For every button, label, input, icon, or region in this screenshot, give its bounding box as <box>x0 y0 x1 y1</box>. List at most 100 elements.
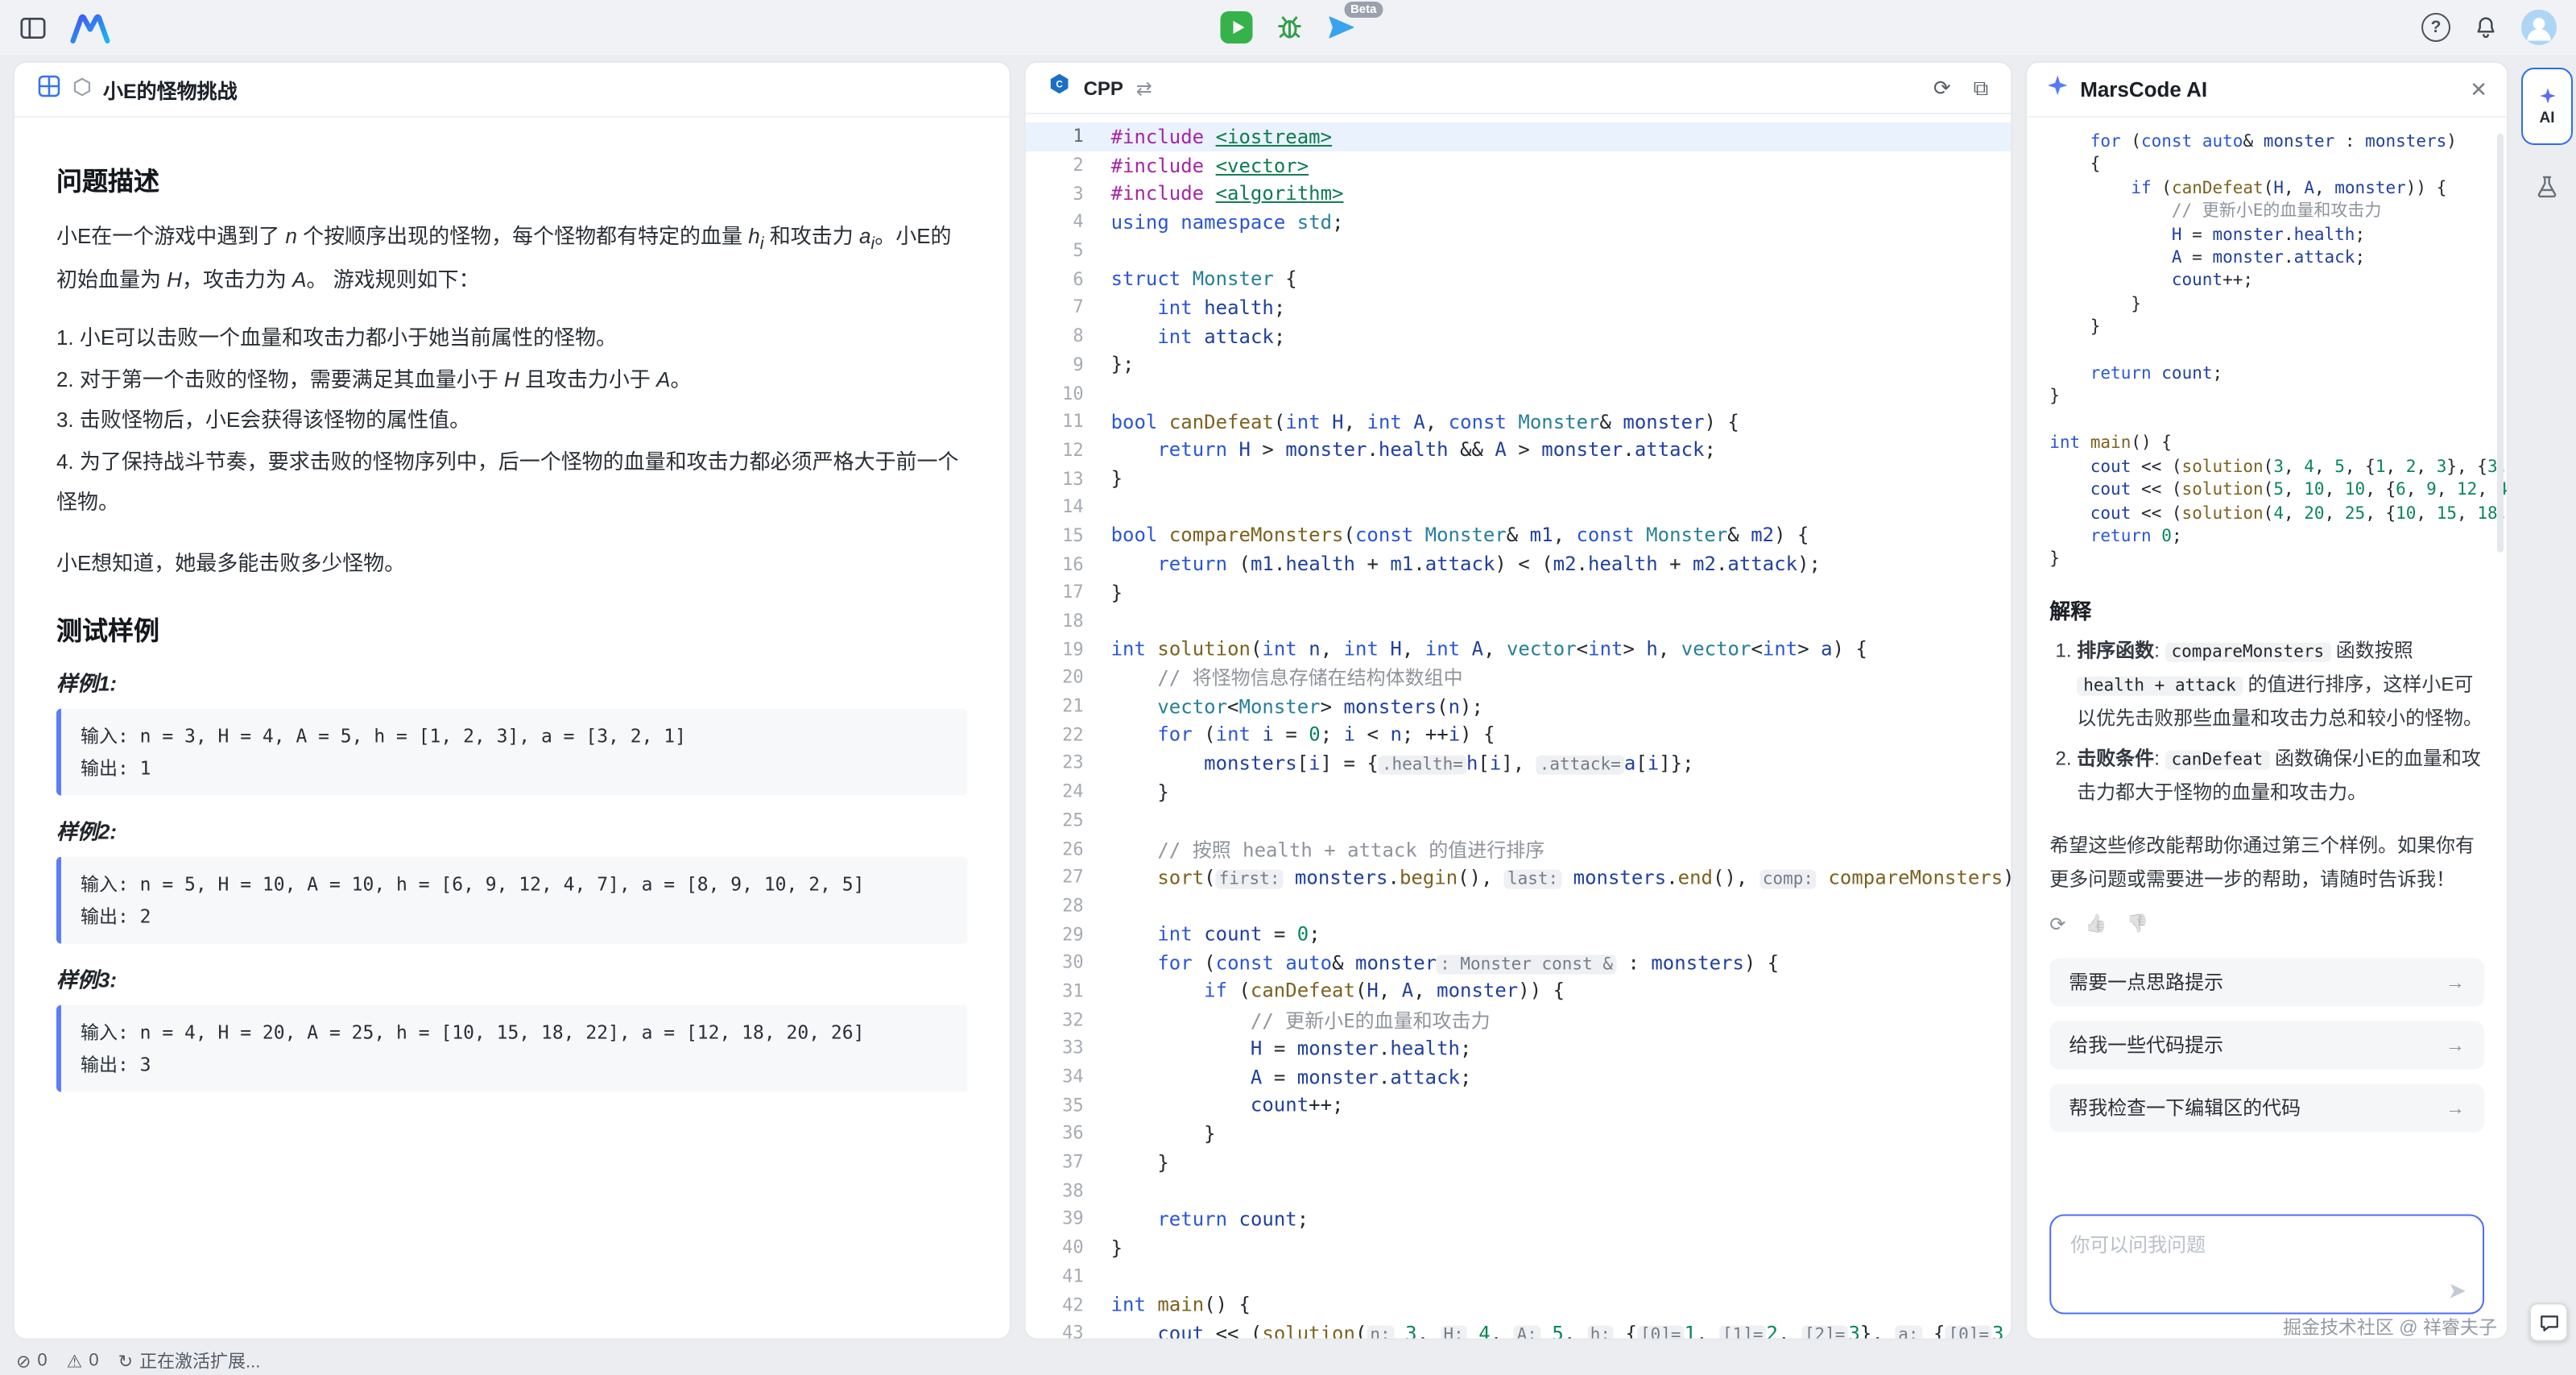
ai-scrollbar[interactable] <box>2497 134 2504 553</box>
code-line[interactable]: 11bool canDefeat(int H, int A, const Mon… <box>1026 408 2012 436</box>
line-number: 41 <box>1026 1265 1111 1286</box>
code-line[interactable]: 41 <box>1026 1262 2012 1290</box>
code-line[interactable]: 31 if (canDefeat(H, A, monster)) { <box>1026 977 2012 1005</box>
problem-panel-header: 小E的怪物挑战 <box>14 63 1010 118</box>
reset-code-icon[interactable]: ⟳ <box>1933 75 1951 101</box>
sidebar-toggle-icon[interactable] <box>19 15 47 39</box>
code-line[interactable]: 16 return (m1.health + m1.attack) < (m2.… <box>1026 549 2012 578</box>
line-number: 1 <box>1026 126 1111 147</box>
code-line: for (const auto& monster : monsters) <box>2049 130 2484 154</box>
difficulty-badge-icon <box>72 75 92 104</box>
marscode-logo[interactable] <box>69 12 111 43</box>
rule-2: 2. 对于第一个击败的怪物，需要满足其血量小于 H 且攻击力小于 A。 <box>56 358 968 400</box>
compare-code-icon[interactable]: ⧉ <box>1974 75 1989 101</box>
code-line[interactable]: 12 return H > monster.health && A > mons… <box>1026 436 2012 464</box>
errors-indicator[interactable]: ⊘ 0 <box>16 1350 48 1371</box>
suggestion-check-code[interactable]: 帮我检查一下编辑区的代码 → <box>2049 1083 2484 1132</box>
line-number: 5 <box>1026 240 1111 261</box>
code-line[interactable]: 8 int attack; <box>1026 322 2012 350</box>
code-line[interactable]: 32 // 更新小E的血量和攻击力 <box>1026 1005 2012 1033</box>
line-number: 4 <box>1026 212 1111 233</box>
code-line: } <box>2049 386 2484 409</box>
code-line[interactable]: 5 <box>1026 236 2012 264</box>
submit-button[interactable]: Beta <box>1326 13 1355 42</box>
code-line[interactable]: 27 sort(first: monsters.begin(), last: m… <box>1026 863 2012 891</box>
send-icon[interactable]: ➤ <box>2448 1278 2466 1305</box>
play-icon <box>1233 21 1244 34</box>
code-line[interactable]: 1#include <iostream> <box>1026 122 2012 151</box>
code-editor[interactable]: 1#include <iostream>2#include <vector>3#… <box>1026 114 2012 1339</box>
close-icon[interactable]: ✕ <box>2470 77 2487 102</box>
code-line[interactable]: 7 int health; <box>1026 293 2012 321</box>
help-icon[interactable]: ? <box>2421 13 2450 42</box>
line-number: 38 <box>1026 1180 1111 1201</box>
code-line[interactable]: 37 } <box>1026 1148 2012 1176</box>
thumbs-down-icon[interactable]: 👎 <box>2127 913 2148 935</box>
feedback-button[interactable] <box>2529 1303 2568 1341</box>
suggestion-code-hint[interactable]: 给我一些代码提示 → <box>2049 1021 2484 1069</box>
problem-question: 小E想知道，她最多能击败多少怪物。 <box>56 545 968 582</box>
lab-flask-icon[interactable] <box>2534 174 2560 200</box>
code-line[interactable]: 39 return count; <box>1026 1205 2012 1233</box>
code-line[interactable]: 30 for (const auto& monster: Monster con… <box>1026 949 2012 977</box>
line-number: 19 <box>1026 639 1111 660</box>
run-button[interactable] <box>1221 11 1253 43</box>
code-line[interactable]: 26 // 按照 health + attack 的值进行排序 <box>1026 835 2012 863</box>
code-line[interactable]: 43 cout << (solution(n: 3, H: 4, A: 5, h… <box>1026 1319 2012 1338</box>
code-line[interactable]: 21 vector<Monster> monsters(n); <box>1026 692 2012 720</box>
language-switch-icon[interactable]: ⇄ <box>1136 77 1152 99</box>
code-line <box>2049 409 2484 433</box>
code-line: cout << (solution(4, 20, 25, {10, 15, 18… <box>2049 502 2484 525</box>
code-line[interactable]: 3#include <algorithm> <box>1026 180 2012 208</box>
line-number: 40 <box>1026 1237 1111 1258</box>
line-number: 11 <box>1026 411 1111 432</box>
code-line[interactable]: 23 monsters[i] = {.health=h[i], .attack=… <box>1026 749 2012 777</box>
code-line[interactable]: 14 <box>1026 493 2012 521</box>
notifications-bell-icon[interactable] <box>2473 14 2499 40</box>
code-line[interactable]: 18 <box>1026 607 2012 635</box>
debug-button[interactable] <box>1276 13 1305 42</box>
code-line[interactable]: 38 <box>1026 1176 2012 1204</box>
line-number: 31 <box>1026 981 1111 1002</box>
suggestion-hint-idea[interactable]: 需要一点思路提示 → <box>2049 958 2484 1006</box>
code-line[interactable]: 10 <box>1026 379 2012 407</box>
user-avatar[interactable] <box>2521 10 2557 45</box>
cpp-language-icon: C <box>1048 72 1071 103</box>
ai-question-input[interactable] <box>2049 1215 2484 1315</box>
message-actions: ⟳ 👍 👎 <box>2049 913 2484 935</box>
example-1-output: 输出: 1 <box>81 752 949 784</box>
code-line[interactable]: 34 A = monster.attack; <box>1026 1062 2012 1091</box>
code-line[interactable]: 28 <box>1026 892 2012 920</box>
code-line[interactable]: 20 // 将怪物信息存储在结构体数组中 <box>1026 664 2012 692</box>
code-line[interactable]: 40} <box>1026 1233 2012 1261</box>
tab-cpp[interactable]: CPP <box>1084 77 1123 99</box>
line-number: 3 <box>1026 183 1111 204</box>
code-line[interactable]: 24 } <box>1026 777 2012 806</box>
warnings-indicator[interactable]: ⚠ 0 <box>67 1350 99 1371</box>
code-line[interactable]: 17} <box>1026 578 2012 607</box>
thumbs-up-icon[interactable]: 👍 <box>2085 913 2107 935</box>
code-line: return count; <box>2049 362 2484 386</box>
line-number: 32 <box>1026 1009 1111 1030</box>
code-line[interactable]: 25 <box>1026 806 2012 835</box>
topbar: Beta ? <box>0 0 2576 55</box>
code-line[interactable]: 22 for (int i = 0; i < n; ++i) { <box>1026 721 2012 749</box>
code-line[interactable]: 33 H = monster.health; <box>1026 1034 2012 1062</box>
code-line[interactable]: 2#include <vector> <box>1026 151 2012 179</box>
regenerate-icon[interactable]: ⟳ <box>2049 913 2065 935</box>
suggestion-label: 帮我检查一下编辑区的代码 <box>2069 1094 2301 1121</box>
code-line[interactable]: 9}; <box>1026 350 2012 379</box>
example-1-block: 输入: n = 3, H = 4, A = 5, h = [1, 2, 3], … <box>56 708 968 795</box>
code-line[interactable]: 35 count++; <box>1026 1091 2012 1119</box>
code-line[interactable]: 42int main() { <box>1026 1290 2012 1319</box>
extensions-activating[interactable]: ↻ 正在激活扩展... <box>118 1348 261 1373</box>
code-line[interactable]: 13} <box>1026 464 2012 492</box>
ai-rail-button[interactable]: AI <box>2521 68 2573 145</box>
code-line[interactable]: 4using namespace std; <box>1026 208 2012 236</box>
code-line[interactable]: 36 } <box>1026 1120 2012 1148</box>
code-line[interactable]: 29 int count = 0; <box>1026 920 2012 948</box>
code-line[interactable]: 15bool compareMonsters(const Monster& m1… <box>1026 521 2012 549</box>
example-3-label: 样例3: <box>56 963 968 994</box>
code-line[interactable]: 19int solution(int n, int H, int A, vect… <box>1026 636 2012 664</box>
code-line[interactable]: 6struct Monster { <box>1026 265 2012 293</box>
